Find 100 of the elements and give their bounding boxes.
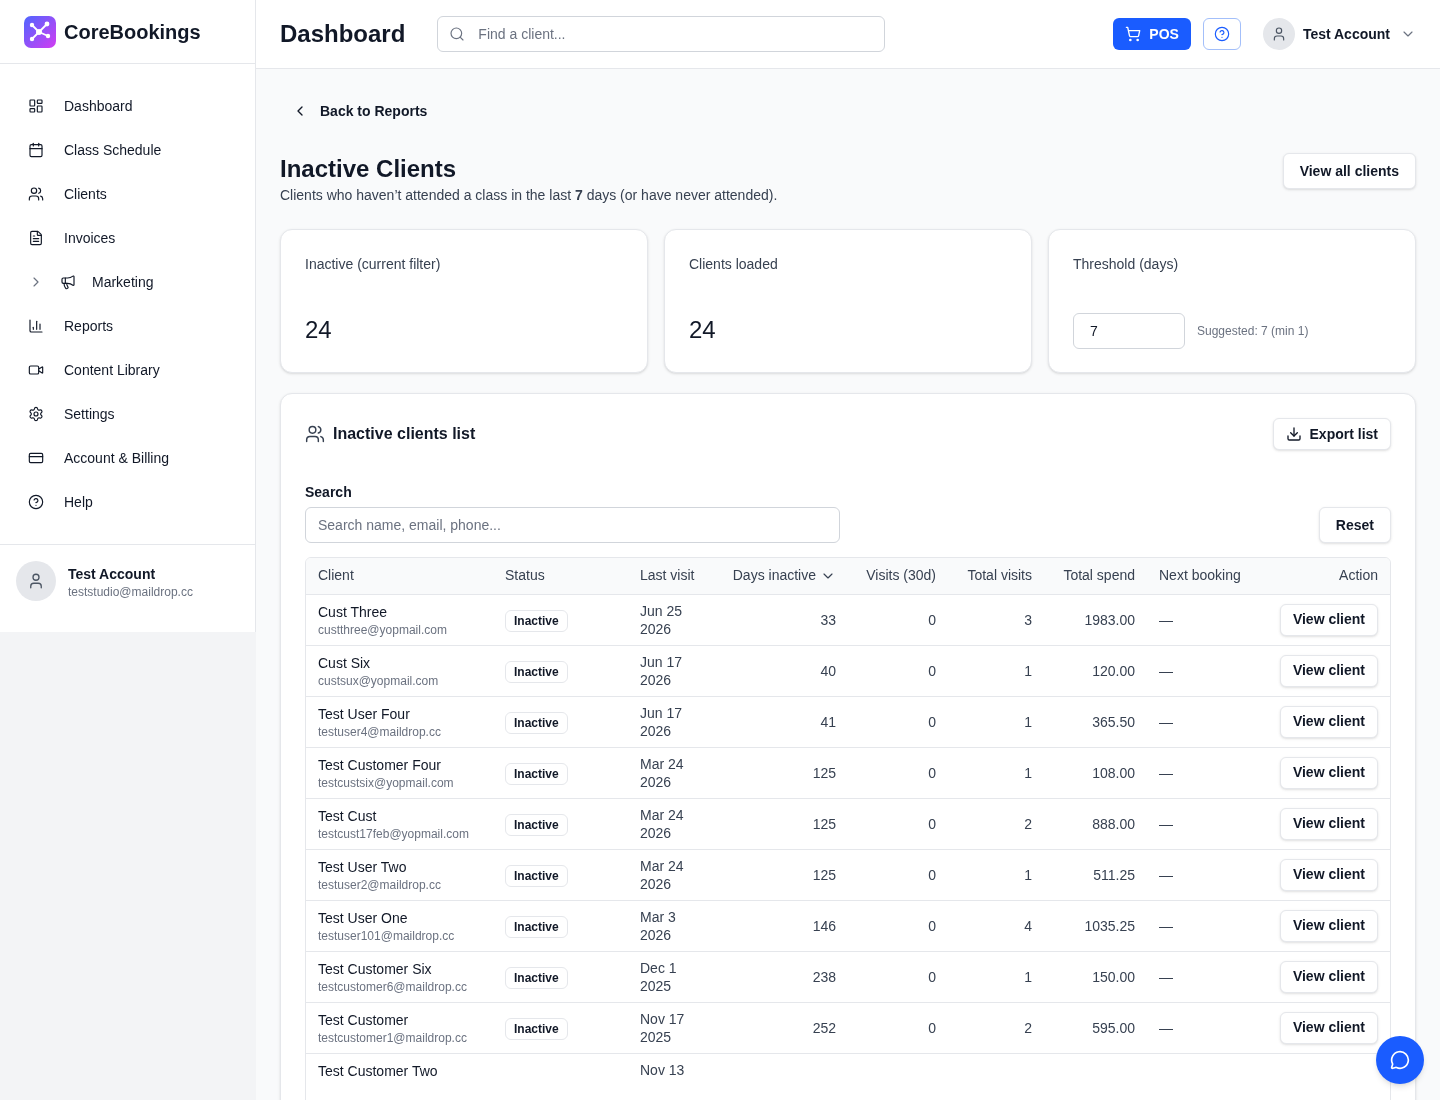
column-header[interactable]: Status — [505, 565, 545, 587]
status-badge: Inactive — [505, 966, 568, 989]
nav-item[interactable]: Account & Billing — [12, 436, 243, 480]
days-inactive-value: 125 — [812, 866, 836, 883]
search-field[interactable]: Find a client... — [437, 16, 886, 52]
visits-30d-count: 0 — [928, 764, 936, 781]
visits-30d-count: 0 — [928, 968, 936, 985]
column-header[interactable]: Total visits — [967, 565, 1032, 587]
status-badge: Inactive — [505, 864, 568, 887]
visits-30d-count: 0 — [928, 917, 936, 934]
client-name: Test Customer Four — [318, 755, 442, 775]
search-icon — [449, 26, 466, 42]
view-client-button[interactable]: View client — [1279, 960, 1378, 993]
client-email: testuser4@maildrop.cc — [318, 723, 442, 740]
client-name: Test Cust — [318, 806, 378, 826]
next-booking-value: — — [1159, 917, 1173, 934]
next-booking-value: — — [1159, 713, 1173, 730]
settings-icon — [28, 406, 44, 422]
nav-item[interactable]: Reports — [12, 304, 243, 348]
pos-button[interactable]: POS — [1113, 18, 1191, 50]
view-client-button[interactable]: View client — [1279, 909, 1378, 942]
column-header[interactable]: Visits (30d) — [866, 565, 936, 587]
nav-item[interactable]: Clients — [12, 172, 243, 216]
nav-item[interactable]: Content Library — [12, 348, 243, 392]
status-badge: Inactive — [505, 660, 568, 683]
last-visit-date: Mar 24 2026 — [640, 754, 685, 791]
logo-icon — [24, 15, 56, 48]
stat-label: Threshold (days) — [1073, 255, 1180, 274]
nav-item[interactable]: Settings — [12, 392, 243, 436]
total-spend-amount: 595.00 — [1092, 1019, 1135, 1036]
nav-item[interactable]: Dashboard — [12, 84, 243, 128]
dashboard-grid-icon — [28, 98, 44, 114]
column-header[interactable]: Client — [318, 565, 354, 587]
account-menu[interactable]: Test Account — [1262, 18, 1416, 50]
view-client-button[interactable]: View client — [1279, 654, 1378, 687]
total-spend-amount: 511.25 — [1093, 866, 1135, 883]
account-name: Test Account — [68, 565, 157, 584]
search-field[interactable]: Search name, email, phone... — [305, 507, 840, 543]
next-booking-value: — — [1159, 1019, 1173, 1036]
threshold-input[interactable]: 7 — [1073, 313, 1185, 349]
help-button[interactable] — [1202, 18, 1241, 50]
users-icon — [305, 424, 325, 444]
total-visits-count: 2 — [1024, 815, 1032, 832]
page-subtitle: Clients who haven’t attended a class in the last 7 days (or have never attended). — [280, 186, 778, 205]
view-client-button[interactable]: View client — [1279, 705, 1378, 738]
view-all-clients-button[interactable]: View all clients — [1282, 153, 1416, 189]
column-header[interactable]: Last visit — [640, 565, 695, 587]
column-header[interactable]: Days inactive — [732, 565, 816, 587]
status-badge: Inactive — [505, 762, 568, 785]
days-inactive-value: 41 — [820, 713, 836, 730]
last-visit-date: Mar 3 2026 — [640, 907, 677, 944]
nav-item[interactable]: Marketing — [12, 260, 243, 304]
client-email: testcustsix@yopmail.com — [318, 774, 455, 791]
client-name: Test User One — [318, 908, 409, 928]
nav-item[interactable]: Help — [12, 480, 243, 524]
export-button[interactable]: Export list — [1272, 418, 1391, 450]
total-visits-count: 1 — [1024, 866, 1032, 883]
last-visit-date: Mar 24 2026 — [640, 856, 685, 893]
view-client-button[interactable]: View client — [1279, 858, 1378, 891]
client-name: Test User Four — [318, 704, 411, 724]
list-title: Inactive clients list — [333, 424, 476, 444]
stat-label: Inactive (current filter) — [305, 255, 442, 274]
client-name: Test Customer — [318, 1010, 410, 1030]
view-client-button[interactable]: View client — [1279, 756, 1378, 789]
total-spend-amount: 1983.00 — [1084, 611, 1135, 628]
last-visit-date: Nov 13 — [640, 1060, 686, 1079]
last-visit-date: Nov 17 2025 — [640, 1009, 686, 1046]
view-client-button[interactable]: View client — [1279, 1011, 1378, 1044]
days-inactive-value: 40 — [820, 662, 836, 679]
client-name: Test Customer Two — [318, 1061, 439, 1081]
credit-card-icon — [28, 450, 44, 466]
view-client-button[interactable]: View client — [1279, 807, 1378, 840]
stat-value: 24 — [689, 315, 717, 345]
back-link[interactable]: Back to Reports — [280, 95, 440, 127]
help-icon — [1213, 26, 1230, 42]
document-icon — [28, 230, 44, 246]
client-email: custthree@yopmail.com — [318, 621, 448, 638]
client-name: Cust Six — [318, 653, 372, 673]
total-spend-amount: 150.00 — [1092, 968, 1135, 985]
view-client-button[interactable]: View client — [1279, 603, 1378, 636]
client-email: custsux@yopmail.com — [318, 672, 440, 689]
visits-30d-count: 0 — [928, 662, 936, 679]
nav-item[interactable]: Class Schedule — [12, 128, 243, 172]
visits-30d-count: 0 — [928, 815, 936, 832]
visits-30d-count: 0 — [928, 866, 936, 883]
days-inactive-value: 252 — [812, 1019, 836, 1036]
column-header[interactable]: Next booking — [1159, 565, 1241, 587]
days-inactive-value: 33 — [820, 611, 836, 628]
column-header[interactable]: Action — [1339, 565, 1378, 587]
column-header[interactable]: Total spend — [1063, 565, 1135, 587]
visits-30d-count: 0 — [928, 713, 936, 730]
reset-button[interactable]: Reset — [1318, 507, 1391, 543]
account-email: teststudio@maildrop.cc — [68, 584, 193, 600]
days-inactive-value: 125 — [812, 815, 836, 832]
brand-name: CoreBookings — [64, 19, 201, 45]
nav-item[interactable]: Invoices — [12, 216, 243, 260]
status-badge: Inactive — [505, 711, 568, 734]
total-visits-count: 1 — [1024, 713, 1032, 730]
avatar-icon — [1262, 18, 1295, 50]
visits-30d-count: 0 — [928, 1019, 936, 1036]
